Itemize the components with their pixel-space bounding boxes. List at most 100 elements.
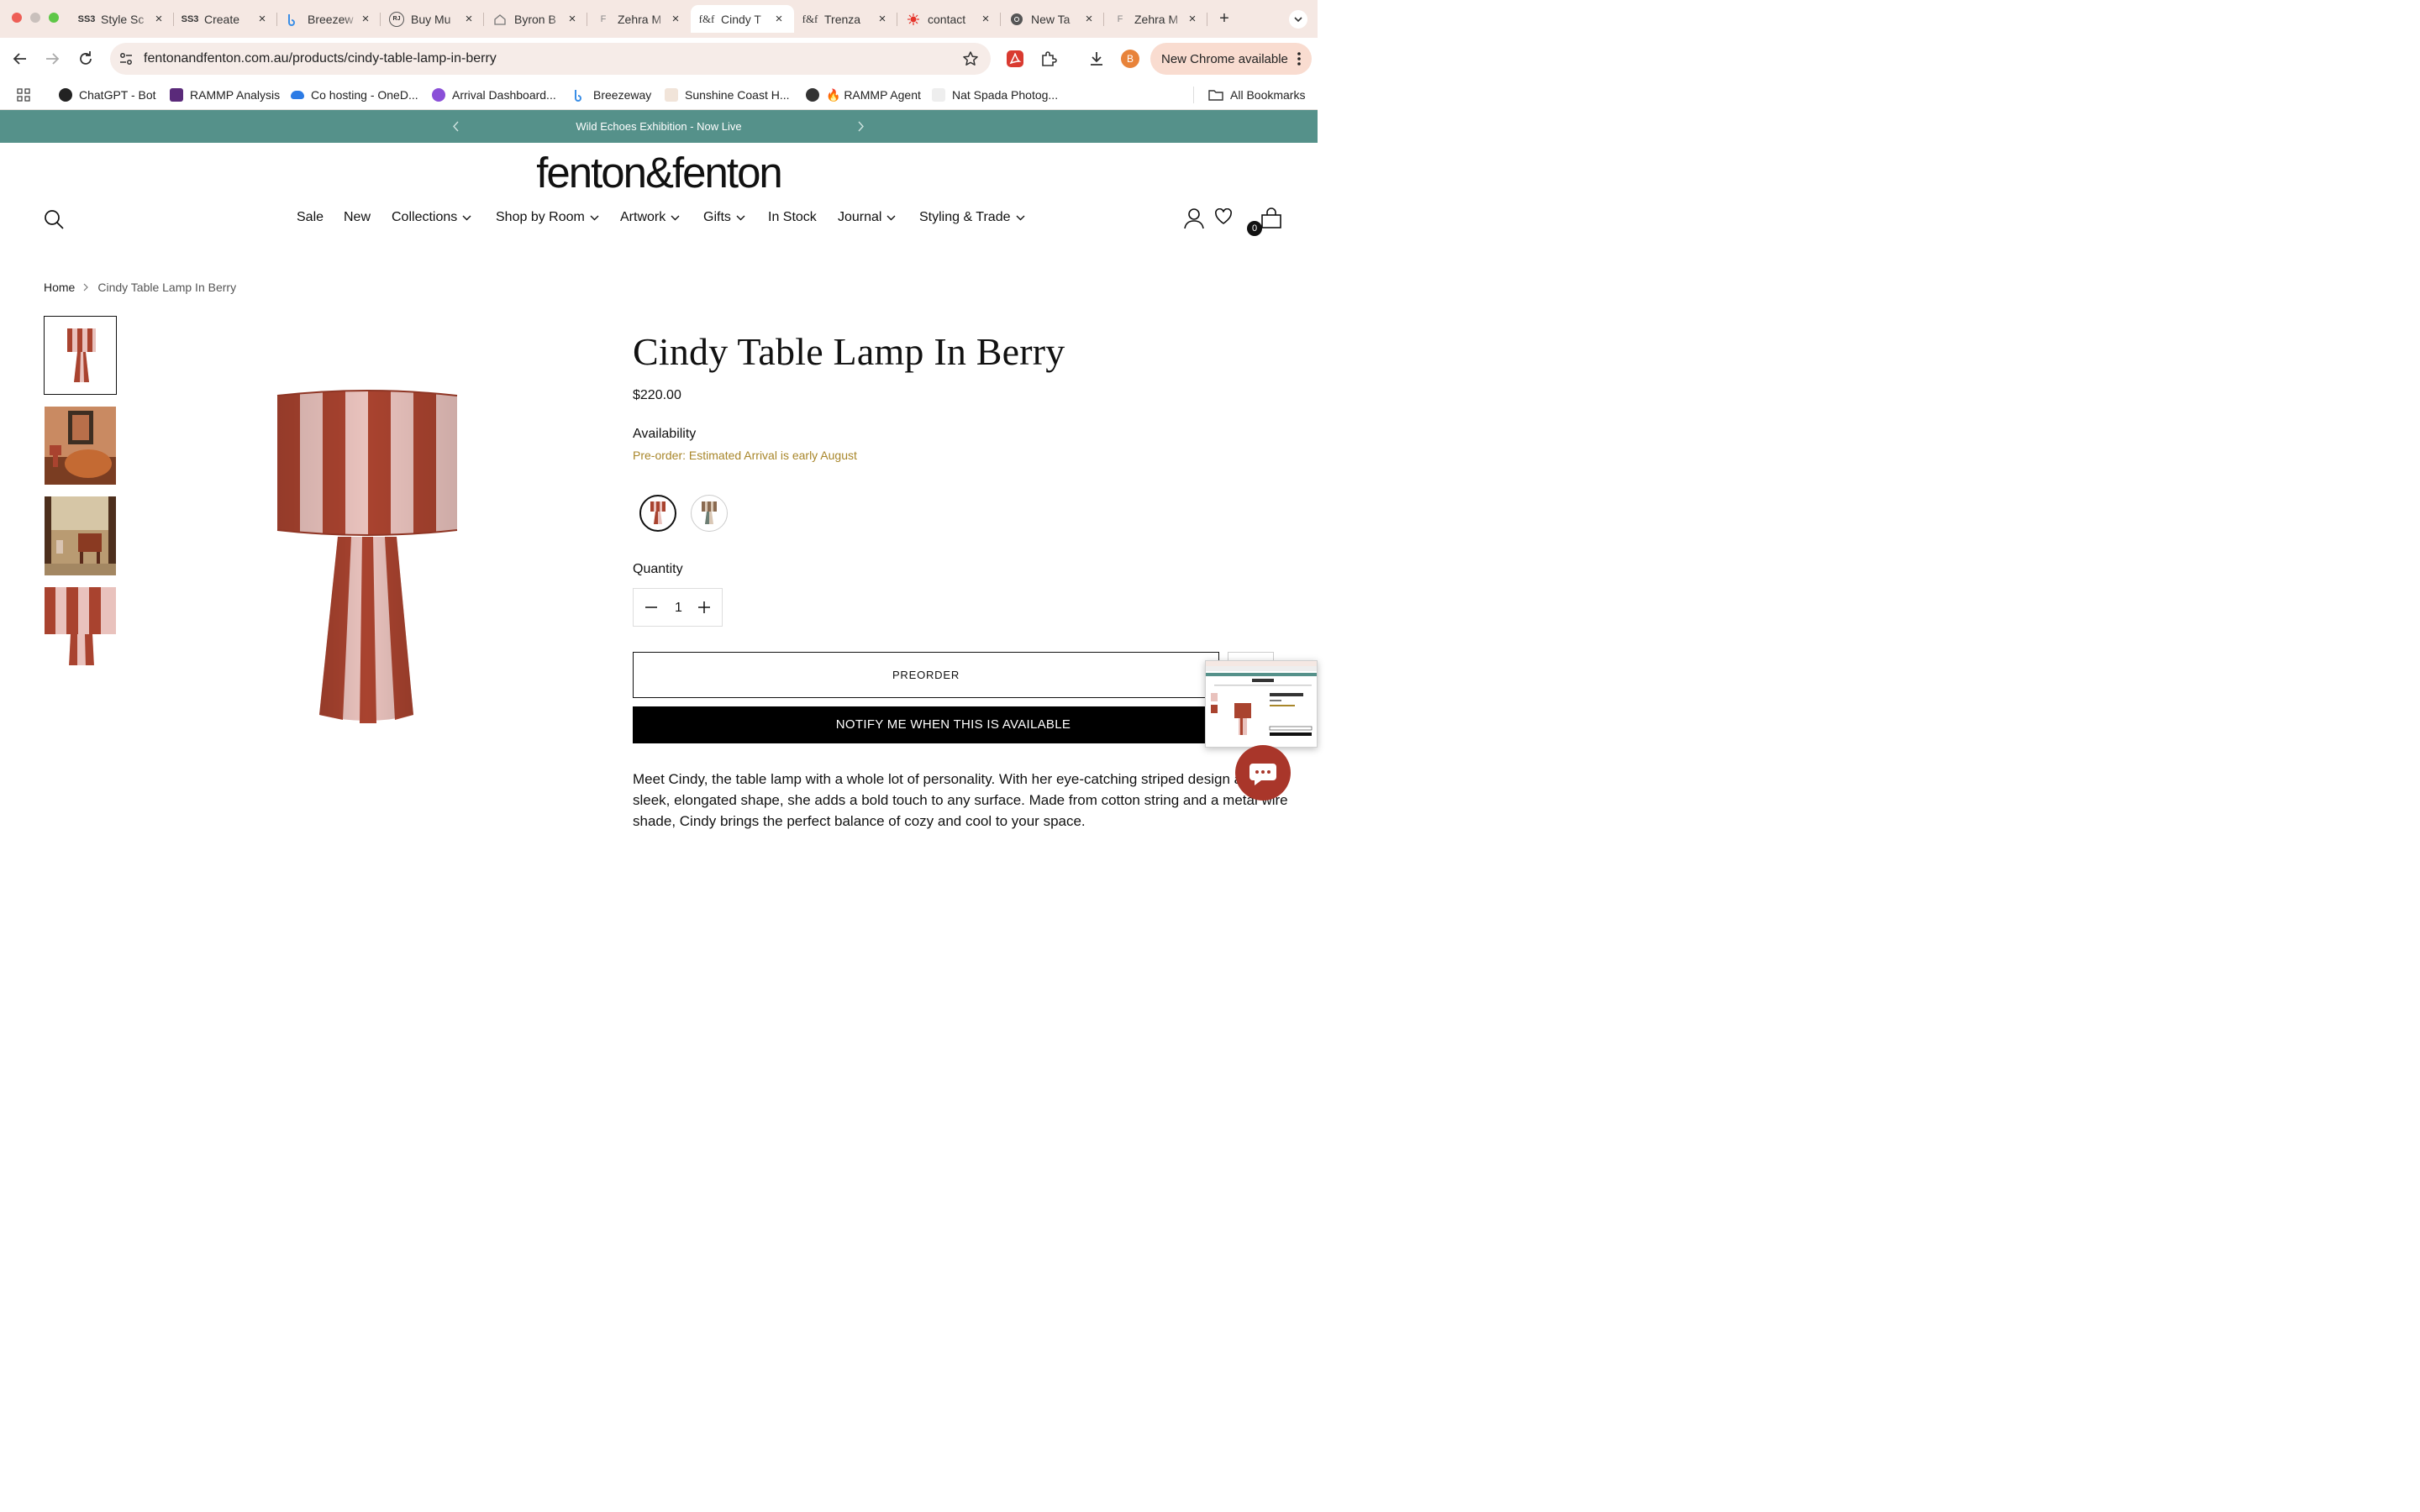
close-icon[interactable]: × [772, 12, 786, 26]
chevron-down-icon [671, 215, 680, 220]
preorder-button[interactable]: PREORDER [633, 652, 1219, 698]
site-info-icon[interactable] [118, 51, 134, 66]
nav-artwork[interactable]: Artwork [620, 210, 680, 225]
nav-label: Gifts [703, 210, 731, 224]
product-thumbnail-1[interactable] [44, 316, 117, 395]
search-button[interactable] [44, 209, 64, 229]
bookmark-item[interactable]: Co hosting - OneD... [291, 87, 418, 102]
bookmark-item[interactable]: Breezeway [573, 87, 651, 102]
product-title: Cindy Table Lamp In Berry [633, 330, 1065, 373]
product-thumbnail-4[interactable] [44, 586, 117, 666]
availability-status: Pre-order: Estimated Arrival is early Au… [633, 449, 857, 462]
account-button[interactable] [1184, 207, 1204, 229]
arrow-left-icon [13, 53, 26, 65]
color-swatch-alt[interactable] [691, 495, 728, 532]
bookmark-label: Breezeway [593, 88, 652, 102]
browser-tab[interactable]: New Ta × [1001, 5, 1104, 33]
bookmark-item[interactable]: Arrival Dashboard... [432, 87, 556, 102]
back-button[interactable] [10, 49, 30, 69]
address-bar[interactable]: fentonandfenton.com.au/products/cindy-ta… [110, 43, 991, 75]
forward-button[interactable] [42, 49, 62, 69]
product-thumbnail-2[interactable] [44, 406, 117, 486]
bookmark-item[interactable]: RAMMP Analysis [170, 87, 280, 102]
nav-new[interactable]: New [344, 210, 371, 225]
announcement-next-button[interactable] [856, 110, 865, 143]
breadcrumb-separator [83, 283, 89, 291]
tab-list: SS3 Style Sc × SS3 Create × Breezew × RJ… [71, 5, 1207, 33]
bookmark-item[interactable]: Sunshine Coast H... [665, 87, 790, 102]
browser-tab[interactable]: f&f Trenza × [794, 5, 897, 33]
browser-tab[interactable]: Breezew × [277, 5, 381, 33]
color-swatch-berry[interactable] [639, 495, 676, 532]
nav-sale[interactable]: Sale [297, 210, 324, 225]
extension-acrobat-button[interactable] [1005, 49, 1025, 69]
bookmark-star-icon[interactable] [962, 50, 979, 67]
product-thumbnail-3[interactable] [44, 496, 117, 576]
notify-me-button[interactable]: NOTIFY ME WHEN THIS IS AVAILABLE [633, 706, 1274, 743]
plus-icon[interactable] [697, 601, 711, 614]
close-icon[interactable]: × [979, 12, 992, 26]
onedrive-icon [291, 91, 304, 99]
minimize-window-button[interactable] [30, 13, 40, 23]
nav-shop-by-room[interactable]: Shop by Room [496, 210, 599, 225]
bookmarks-bar: ChatGPT - Bot RAMMP Analysis Co hosting … [0, 80, 1318, 110]
nav-label: Journal [838, 210, 882, 224]
nav-styling-trade[interactable]: Styling & Trade [919, 210, 1025, 225]
nav-in-stock[interactable]: In Stock [768, 210, 817, 225]
browser-tab[interactable]: F Zehra M × [1104, 5, 1207, 33]
announcement-text[interactable]: Wild Echoes Exhibition - Now Live [576, 120, 741, 133]
tab-search-button[interactable] [1289, 10, 1307, 29]
new-tab-button[interactable]: + [1215, 9, 1234, 28]
bookmark-label: Sunshine Coast H... [685, 88, 790, 102]
nav-label: Collections [392, 210, 458, 224]
close-icon[interactable]: × [1186, 12, 1199, 26]
profile-avatar[interactable]: B [1121, 50, 1139, 68]
close-icon[interactable]: × [876, 12, 889, 26]
extensions-button[interactable] [1039, 49, 1059, 69]
close-icon[interactable]: × [462, 12, 476, 26]
close-icon[interactable]: × [152, 12, 166, 26]
close-window-button[interactable] [12, 13, 22, 23]
folder-icon [1208, 90, 1223, 101]
close-icon[interactable]: × [1082, 12, 1096, 26]
close-icon[interactable]: × [566, 12, 579, 26]
screenshot-preview-thumbnail[interactable] [1205, 660, 1318, 748]
tab-title: Byron B [514, 12, 556, 26]
bookmark-item[interactable]: Nat Spada Photog... [932, 87, 1058, 102]
product-main-image[interactable] [269, 382, 466, 731]
downloads-button[interactable] [1086, 49, 1107, 69]
breadcrumb: Home Cindy Table Lamp In Berry [44, 281, 236, 294]
burst-icon [906, 12, 921, 27]
close-icon[interactable]: × [359, 12, 372, 26]
nav-journal[interactable]: Journal [838, 210, 896, 225]
arrow-right-icon [46, 53, 60, 65]
apps-button[interactable] [17, 87, 30, 102]
browser-tab-active[interactable]: f&f Cindy T × [691, 5, 794, 33]
bookmark-item[interactable]: 🔥 RAMMP Agent [806, 87, 921, 102]
close-icon[interactable]: × [255, 12, 269, 26]
announcement-prev-button[interactable] [452, 110, 460, 143]
browser-tab[interactable]: contact × [897, 5, 1001, 33]
nav-collections[interactable]: Collections [392, 210, 471, 225]
bookmark-item[interactable]: ChatGPT - Bot [59, 87, 156, 102]
bookmark-label: Nat Spada Photog... [952, 88, 1059, 102]
browser-tab[interactable]: RJ Buy Mu × [381, 5, 484, 33]
reload-button[interactable] [76, 49, 96, 69]
browser-tab[interactable]: F Zehra M × [587, 5, 691, 33]
chevron-down-icon [590, 215, 599, 220]
more-vertical-icon [1297, 52, 1301, 66]
browser-tab[interactable]: SS3 Style Sc × [71, 5, 174, 33]
wishlist-button[interactable] [1214, 208, 1233, 225]
chat-launcher-button[interactable] [1235, 745, 1291, 801]
cart-button[interactable] [1260, 207, 1282, 229]
site-logo[interactable]: fenton&fenton [0, 148, 1318, 197]
ss3-icon: SS3 [181, 13, 199, 24]
nav-gifts[interactable]: Gifts [703, 210, 745, 225]
browser-tab[interactable]: Byron B × [484, 5, 587, 33]
browser-tab[interactable]: SS3 Create × [174, 5, 277, 33]
maximize-window-button[interactable] [49, 13, 59, 23]
breadcrumb-home[interactable]: Home [44, 281, 75, 294]
chrome-update-button[interactable]: New Chrome available [1150, 43, 1312, 75]
close-icon[interactable]: × [669, 12, 682, 26]
all-bookmarks-button[interactable]: All Bookmarks [1208, 87, 1305, 102]
